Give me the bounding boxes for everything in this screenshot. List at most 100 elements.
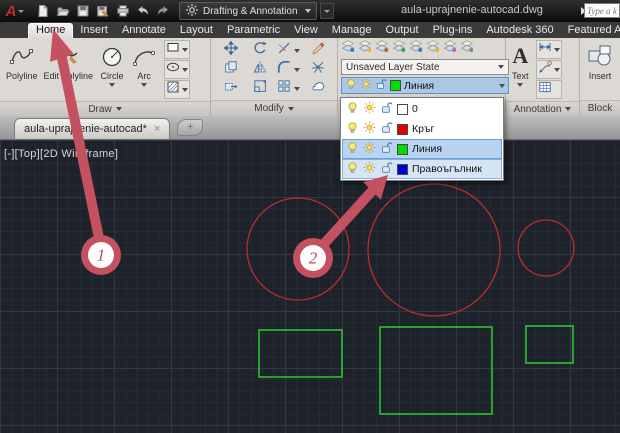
layer-color-swatch[interactable] bbox=[397, 163, 408, 175]
layer-unisolate-icon[interactable] bbox=[392, 39, 406, 58]
panel-label-block[interactable]: Block bbox=[580, 100, 620, 116]
chevron-down-icon bbox=[294, 48, 300, 53]
leader-button[interactable] bbox=[535, 60, 562, 79]
sun-icon[interactable] bbox=[363, 121, 376, 137]
save-as-icon[interactable] bbox=[94, 3, 111, 19]
layer-properties-icon[interactable] bbox=[341, 39, 355, 58]
workspace-dropdown[interactable]: Drafting & Annotation bbox=[179, 2, 317, 20]
bulb-icon[interactable] bbox=[346, 161, 359, 177]
new-file-icon[interactable] bbox=[34, 3, 51, 19]
layer-state-label: Unsaved Layer State bbox=[346, 61, 440, 73]
drawing-area[interactable]: [-][Top][2D Wireframe] bbox=[0, 140, 620, 433]
layer-freeze-icon[interactable] bbox=[409, 39, 423, 58]
new-tab-button[interactable]: + bbox=[177, 119, 204, 136]
document-tab[interactable]: aula-uprajnenie-autocad* × bbox=[14, 118, 171, 139]
draw-polyline-button[interactable]: Polyline bbox=[3, 40, 41, 82]
explode-button[interactable] bbox=[303, 60, 332, 79]
ribbon: Polyline Edit Polyline Circle Arc Draw Modi… bbox=[0, 38, 620, 117]
tab-home[interactable]: Home bbox=[28, 23, 74, 38]
arc-icon bbox=[131, 41, 157, 71]
tab-autodesk-360[interactable]: Autodesk 360 bbox=[479, 23, 560, 38]
array-icon bbox=[277, 79, 291, 98]
bulb-icon[interactable] bbox=[346, 141, 359, 157]
text-button[interactable]: A Text bbox=[509, 40, 532, 88]
table-button[interactable] bbox=[535, 80, 562, 99]
bulb-icon[interactable] bbox=[346, 101, 359, 117]
layer-state-icon[interactable] bbox=[358, 39, 372, 58]
erase-button[interactable] bbox=[303, 41, 332, 60]
search-input[interactable] bbox=[584, 3, 620, 18]
scale-icon bbox=[253, 79, 267, 98]
bulb-icon[interactable] bbox=[346, 121, 359, 137]
tab-manage[interactable]: Manage bbox=[325, 23, 379, 38]
redo-icon[interactable] bbox=[154, 3, 171, 19]
chevron-down-icon bbox=[517, 83, 524, 87]
layer-color-swatch[interactable] bbox=[397, 123, 408, 135]
save-icon[interactable] bbox=[74, 3, 91, 19]
tab-view[interactable]: View bbox=[287, 23, 325, 38]
layer-color-swatch[interactable] bbox=[397, 143, 408, 155]
unlock-icon[interactable] bbox=[380, 161, 393, 177]
plot-icon[interactable] bbox=[114, 3, 131, 19]
hatch-button[interactable] bbox=[164, 80, 191, 99]
panel-label-draw[interactable]: Draw bbox=[0, 101, 210, 116]
tab-insert[interactable]: Insert bbox=[73, 23, 115, 38]
rotate-button[interactable] bbox=[245, 41, 274, 60]
sun-icon[interactable] bbox=[363, 161, 376, 177]
draw-button-label: Edit Polyline bbox=[43, 71, 94, 81]
fillet-button[interactable] bbox=[274, 60, 303, 79]
undo-icon[interactable] bbox=[134, 3, 151, 19]
rectangle-button[interactable] bbox=[164, 40, 191, 59]
mirror-button[interactable] bbox=[245, 60, 274, 79]
tab-featured-apps[interactable]: Featured Apps bbox=[561, 23, 620, 38]
open-file-icon[interactable] bbox=[54, 3, 71, 19]
layer-row-Правоъгълник[interactable]: Правоъгълник bbox=[342, 159, 502, 179]
tab-layout[interactable]: Layout bbox=[173, 23, 220, 38]
layer-combo[interactable]: Линия bbox=[341, 77, 509, 94]
ellipse-button[interactable] bbox=[164, 60, 191, 79]
tab-output[interactable]: Output bbox=[379, 23, 426, 38]
layer-lock-icon[interactable] bbox=[443, 39, 457, 58]
sun-icon[interactable] bbox=[363, 141, 376, 157]
draw-circle-button[interactable]: Circle bbox=[96, 40, 128, 88]
text-button-label: Text bbox=[512, 71, 529, 81]
sun-icon[interactable] bbox=[363, 101, 376, 117]
close-tab-icon[interactable]: × bbox=[154, 123, 160, 135]
dimension-button[interactable] bbox=[535, 40, 562, 59]
copy-icon bbox=[224, 60, 238, 79]
scale-button[interactable] bbox=[245, 79, 274, 98]
tab-annotate[interactable]: Annotate bbox=[115, 23, 173, 38]
draw-edit-polyline-button[interactable]: Edit Polyline bbox=[41, 40, 97, 82]
layer-dropdown-list: 0 Кръг Линия Правоъгълник bbox=[340, 97, 504, 181]
tab-parametric[interactable]: Parametric bbox=[220, 23, 287, 38]
layer-color-swatch[interactable] bbox=[397, 103, 408, 115]
layer-off-icon[interactable] bbox=[426, 39, 440, 58]
insert-block-button[interactable]: Insert bbox=[584, 40, 616, 82]
panel-label-modify[interactable]: Modify bbox=[211, 100, 337, 116]
trim-button[interactable] bbox=[274, 41, 303, 60]
move-button[interactable] bbox=[216, 40, 245, 60]
move-icon bbox=[222, 40, 239, 60]
revision-cloud-button[interactable] bbox=[303, 79, 332, 98]
stretch-button[interactable] bbox=[216, 79, 245, 98]
qat-overflow-button[interactable] bbox=[319, 3, 334, 19]
layer-row-0[interactable]: 0 bbox=[342, 99, 502, 119]
layer-row-Кръг[interactable]: Кръг bbox=[342, 119, 502, 139]
layer-isolate-icon[interactable] bbox=[375, 39, 389, 58]
draw-arc-button[interactable]: Arc bbox=[128, 40, 160, 88]
tab-plug-ins[interactable]: Plug-ins bbox=[426, 23, 480, 38]
copy-button[interactable] bbox=[216, 60, 245, 79]
array-button[interactable] bbox=[274, 79, 303, 98]
unlock-icon[interactable] bbox=[380, 121, 393, 137]
draw-button-label: Arc bbox=[137, 71, 151, 81]
layer-state-dropdown[interactable]: Unsaved Layer State bbox=[341, 59, 509, 75]
application-menu-button[interactable]: A bbox=[0, 0, 30, 22]
unlock-icon[interactable] bbox=[380, 101, 393, 117]
leader-icon bbox=[538, 60, 552, 79]
unlock-icon[interactable] bbox=[380, 141, 393, 157]
layer-row-Линия[interactable]: Линия bbox=[342, 139, 502, 159]
revision-cloud-icon bbox=[311, 79, 325, 98]
quick-access-toolbar bbox=[34, 3, 171, 19]
panel-label-annotation[interactable]: Annotation bbox=[506, 101, 579, 116]
layer-match-icon[interactable] bbox=[460, 39, 474, 58]
